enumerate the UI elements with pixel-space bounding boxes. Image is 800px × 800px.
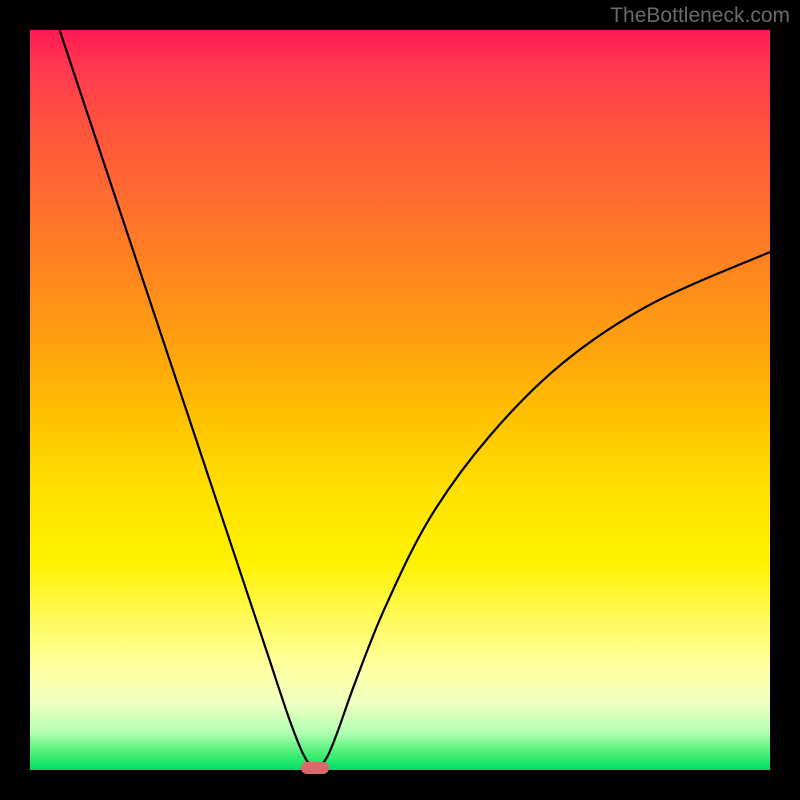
curve-svg (30, 30, 770, 770)
optimum-marker (301, 762, 329, 774)
watermark-text: TheBottleneck.com (610, 4, 790, 28)
chart-container: TheBottleneck.com (0, 0, 800, 800)
bottleneck-curve-path (60, 30, 770, 768)
plot-area (30, 30, 770, 770)
